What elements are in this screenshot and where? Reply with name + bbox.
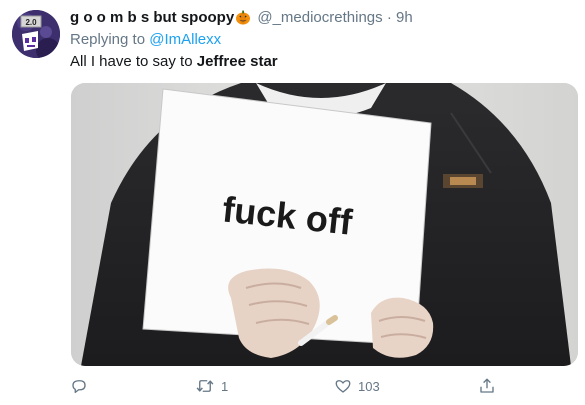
avatar-image: 2.0 [12,10,60,58]
replying-to-line: Replying to @ImAllexx [70,30,221,50]
tweet-text-bold: Jeffree star [196,53,278,70]
timestamp[interactable]: 9h [396,9,413,26]
tweet-actions: 1 103 [70,374,575,398]
tweet[interactable]: 2.0 g o o m b s but spoopy @_mediocrethi… [0,0,585,405]
svg-text:2.0: 2.0 [25,18,37,27]
share-icon [480,378,494,393]
tweet-text: All I have to say to Jeffree star [70,52,278,72]
retweet-button[interactable]: 1 [195,374,228,398]
mention-link[interactable]: @ImAllexx [149,31,221,48]
retweet-count: 1 [221,378,229,394]
like-count: 103 [358,378,380,394]
avatar[interactable]: 2.0 [12,10,60,58]
like-button[interactable]: 103 [334,374,380,398]
share-button[interactable] [478,374,496,398]
retweet-icon [196,380,214,392]
heart-icon [335,380,351,393]
jack-o-lantern-icon [235,9,251,25]
separator-dot: · [386,9,392,26]
replying-prefix: Replying to [70,31,146,48]
tweet-header: g o o m b s but spoopy @_mediocrethings … [70,8,575,28]
user-handle[interactable]: @_mediocrethings [257,9,382,26]
reply-button[interactable] [70,374,88,398]
reply-icon [72,380,86,394]
tweet-media[interactable]: fuck off [71,83,578,366]
display-name[interactable]: g o o m b s but spoopy [70,9,234,26]
tweet-text-prefix: All I have to say to [70,53,193,70]
media-photo: fuck off [71,83,578,366]
